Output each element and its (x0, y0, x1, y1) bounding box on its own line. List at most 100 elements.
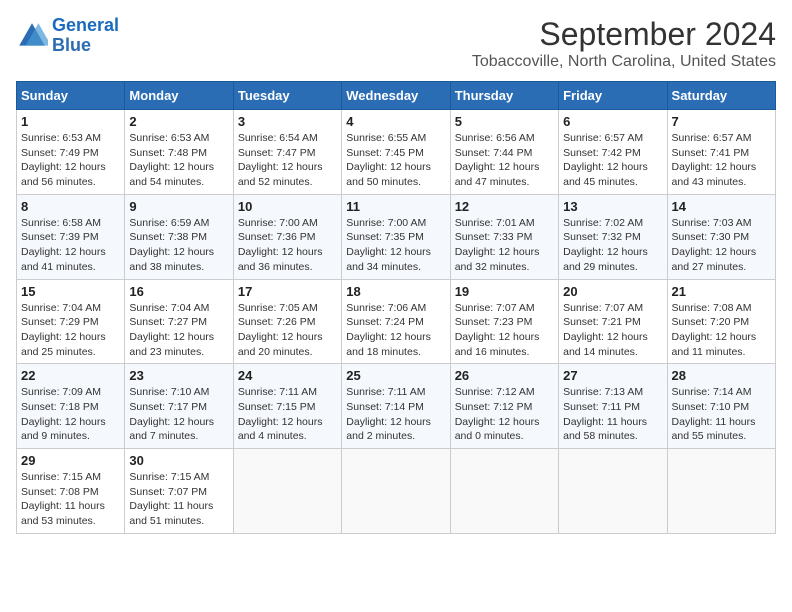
calendar-cell: 7 Sunrise: 6:57 AMSunset: 7:41 PMDaylight… (667, 110, 775, 195)
week-row-1: 1 Sunrise: 6:53 AMSunset: 7:49 PMDaylight… (17, 110, 776, 195)
day-number: 26 (455, 368, 554, 383)
day-info: Sunrise: 7:08 AMSunset: 7:20 PMDaylight:… (672, 301, 771, 360)
calendar-cell: 18 Sunrise: 7:06 AMSunset: 7:24 PMDayligh… (342, 279, 450, 364)
weekday-header-row: SundayMondayTuesdayWednesdayThursdayFrid… (17, 82, 776, 110)
day-number: 23 (129, 368, 228, 383)
day-info: Sunrise: 6:55 AMSunset: 7:45 PMDaylight:… (346, 131, 445, 190)
day-info: Sunrise: 7:11 AMSunset: 7:15 PMDaylight:… (238, 385, 337, 444)
day-info: Sunrise: 7:05 AMSunset: 7:26 PMDaylight:… (238, 301, 337, 360)
day-info: Sunrise: 6:53 AMSunset: 7:49 PMDaylight:… (21, 131, 120, 190)
day-info: Sunrise: 7:12 AMSunset: 7:12 PMDaylight:… (455, 385, 554, 444)
calendar-cell: 1 Sunrise: 6:53 AMSunset: 7:49 PMDaylight… (17, 110, 125, 195)
day-number: 7 (672, 114, 771, 129)
calendar-cell: 10Sunrise: 7:00 AMSunset: 7:36 PMDayligh… (233, 194, 341, 279)
calendar-cell: 21 Sunrise: 7:08 AMSunset: 7:20 PMDayligh… (667, 279, 775, 364)
weekday-header-tuesday: Tuesday (233, 82, 341, 110)
day-info: Sunrise: 7:14 AMSunset: 7:10 PMDaylight:… (672, 385, 771, 444)
calendar-cell: 6Sunrise: 6:57 AMSunset: 7:42 PMDaylight… (559, 110, 667, 195)
week-row-4: 22 Sunrise: 7:09 AMSunset: 7:18 PMDayligh… (17, 364, 776, 449)
day-info: Sunrise: 6:53 AMSunset: 7:48 PMDaylight:… (129, 131, 228, 190)
day-number: 5 (455, 114, 554, 129)
calendar-cell: 14Sunrise: 7:03 AMSunset: 7:30 PMDayligh… (667, 194, 775, 279)
day-number: 28 (672, 368, 771, 383)
calendar-cell (233, 449, 341, 534)
day-number: 27 (563, 368, 662, 383)
calendar-cell: 24Sunrise: 7:11 AMSunset: 7:15 PMDayligh… (233, 364, 341, 449)
day-number: 19 (455, 284, 554, 299)
day-number: 20 (563, 284, 662, 299)
day-info: Sunrise: 7:00 AMSunset: 7:35 PMDaylight:… (346, 216, 445, 275)
weekday-header-saturday: Saturday (667, 82, 775, 110)
calendar-cell (342, 449, 450, 534)
calendar-cell: 27 Sunrise: 7:13 AMSunset: 7:11 PMDayligh… (559, 364, 667, 449)
day-number: 29 (21, 453, 120, 468)
calendar-cell: 16 Sunrise: 7:04 AMSunset: 7:27 PMDayligh… (125, 279, 233, 364)
calendar-cell: 28 Sunrise: 7:14 AMSunset: 7:10 PMDayligh… (667, 364, 775, 449)
day-number: 30 (129, 453, 228, 468)
calendar-cell: 8 Sunrise: 6:58 AMSunset: 7:39 PMDaylight… (17, 194, 125, 279)
calendar-cell: 20 Sunrise: 7:07 AMSunset: 7:21 PMDayligh… (559, 279, 667, 364)
weekday-header-friday: Friday (559, 82, 667, 110)
weekday-header-sunday: Sunday (17, 82, 125, 110)
day-info: Sunrise: 7:06 AMSunset: 7:24 PMDaylight:… (346, 301, 445, 360)
calendar-cell: 11 Sunrise: 7:00 AMSunset: 7:35 PMDayligh… (342, 194, 450, 279)
day-info: Sunrise: 7:07 AMSunset: 7:21 PMDaylight:… (563, 301, 662, 360)
day-number: 4 (346, 114, 445, 129)
calendar-cell: 5Sunrise: 6:56 AMSunset: 7:44 PMDaylight… (450, 110, 558, 195)
logo: General Blue (16, 16, 119, 56)
day-info: Sunrise: 7:07 AMSunset: 7:23 PMDaylight:… (455, 301, 554, 360)
calendar-cell: 9Sunrise: 6:59 AMSunset: 7:38 PMDaylight… (125, 194, 233, 279)
day-info: Sunrise: 7:10 AMSunset: 7:17 PMDaylight:… (129, 385, 228, 444)
calendar-cell: 22 Sunrise: 7:09 AMSunset: 7:18 PMDayligh… (17, 364, 125, 449)
calendar-table: SundayMondayTuesdayWednesdayThursdayFrid… (16, 81, 776, 534)
day-number: 2 (129, 114, 228, 129)
logo-line2: Blue (52, 35, 91, 55)
day-number: 6 (563, 114, 662, 129)
calendar-cell: 12 Sunrise: 7:01 AMSunset: 7:33 PMDayligh… (450, 194, 558, 279)
day-number: 1 (21, 114, 120, 129)
day-number: 22 (21, 368, 120, 383)
calendar-title: September 2024 (472, 16, 776, 53)
day-number: 8 (21, 199, 120, 214)
weekday-header-monday: Monday (125, 82, 233, 110)
day-number: 25 (346, 368, 445, 383)
calendar-cell (559, 449, 667, 534)
calendar-cell: 26 Sunrise: 7:12 AMSunset: 7:12 PMDayligh… (450, 364, 558, 449)
calendar-cell: 2 Sunrise: 6:53 AMSunset: 7:48 PMDaylight… (125, 110, 233, 195)
day-info: Sunrise: 7:13 AMSunset: 7:11 PMDaylight:… (563, 385, 662, 444)
day-info: Sunrise: 7:09 AMSunset: 7:18 PMDaylight:… (21, 385, 120, 444)
day-number: 16 (129, 284, 228, 299)
calendar-cell: 19 Sunrise: 7:07 AMSunset: 7:23 PMDayligh… (450, 279, 558, 364)
calendar-cell: 25 Sunrise: 7:11 AMSunset: 7:14 PMDayligh… (342, 364, 450, 449)
week-row-5: 29Sunrise: 7:15 AMSunset: 7:08 PMDayligh… (17, 449, 776, 534)
page-header: General Blue September 2024 Tobaccoville… (16, 16, 776, 71)
calendar-cell: 3 Sunrise: 6:54 AMSunset: 7:47 PMDaylight… (233, 110, 341, 195)
day-info: Sunrise: 6:54 AMSunset: 7:47 PMDaylight:… (238, 131, 337, 190)
day-info: Sunrise: 7:01 AMSunset: 7:33 PMDaylight:… (455, 216, 554, 275)
day-info: Sunrise: 7:04 AMSunset: 7:27 PMDaylight:… (129, 301, 228, 360)
day-number: 17 (238, 284, 337, 299)
day-info: Sunrise: 6:58 AMSunset: 7:39 PMDaylight:… (21, 216, 120, 275)
day-number: 14 (672, 199, 771, 214)
day-number: 12 (455, 199, 554, 214)
week-row-2: 8 Sunrise: 6:58 AMSunset: 7:39 PMDaylight… (17, 194, 776, 279)
day-number: 21 (672, 284, 771, 299)
logo-text: General Blue (52, 16, 119, 56)
day-number: 15 (21, 284, 120, 299)
day-number: 11 (346, 199, 445, 214)
weekday-header-wednesday: Wednesday (342, 82, 450, 110)
day-info: Sunrise: 7:11 AMSunset: 7:14 PMDaylight:… (346, 385, 445, 444)
day-number: 3 (238, 114, 337, 129)
day-info: Sunrise: 6:57 AMSunset: 7:41 PMDaylight:… (672, 131, 771, 190)
day-info: Sunrise: 7:04 AMSunset: 7:29 PMDaylight:… (21, 301, 120, 360)
logo-line1: General (52, 15, 119, 35)
calendar-cell: 17 Sunrise: 7:05 AMSunset: 7:26 PMDayligh… (233, 279, 341, 364)
day-number: 10 (238, 199, 337, 214)
day-number: 18 (346, 284, 445, 299)
calendar-cell: 30 Sunrise: 7:15 AMSunset: 7:07 PMDayligh… (125, 449, 233, 534)
calendar-cell (450, 449, 558, 534)
week-row-3: 15 Sunrise: 7:04 AMSunset: 7:29 PMDayligh… (17, 279, 776, 364)
title-block: September 2024 Tobaccoville, North Carol… (472, 16, 776, 71)
day-info: Sunrise: 7:15 AMSunset: 7:07 PMDaylight:… (129, 470, 228, 529)
calendar-subtitle: Tobaccoville, North Carolina, United Sta… (472, 53, 776, 71)
